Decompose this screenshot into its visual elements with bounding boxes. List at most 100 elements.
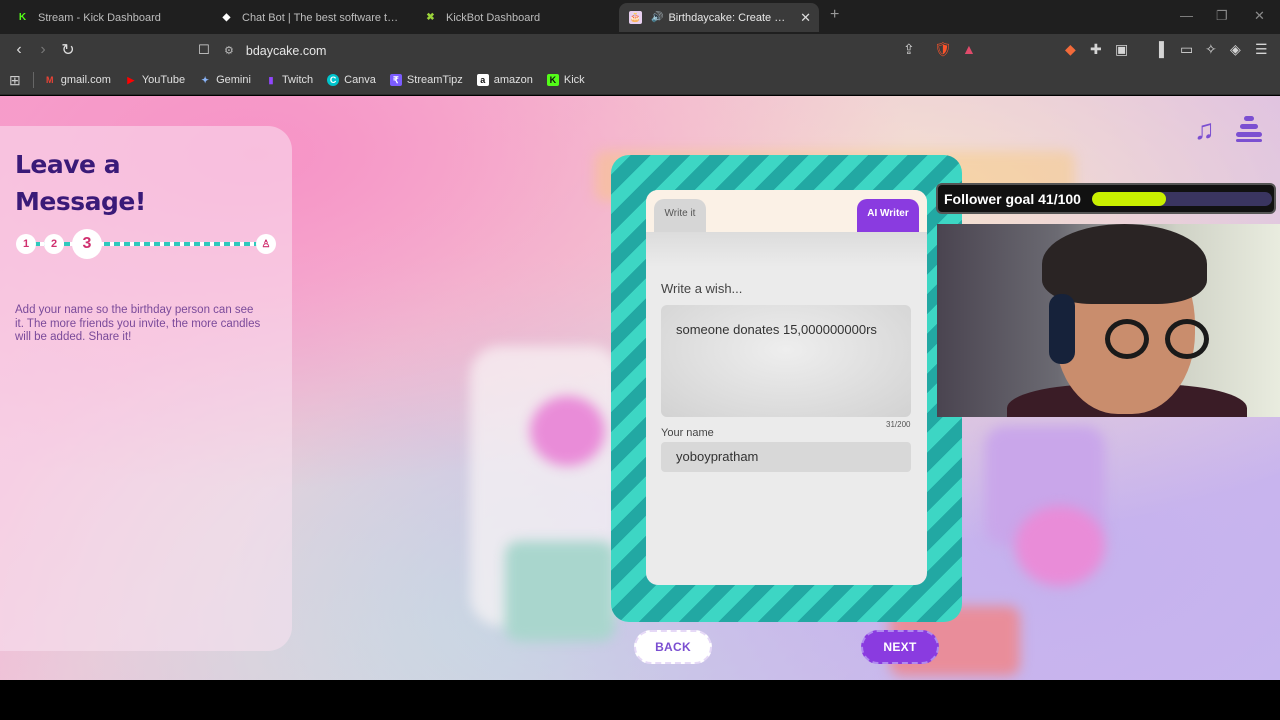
extension-fox-icon[interactable]: ◆ bbox=[1065, 41, 1076, 58]
extensions-icon[interactable]: ✚ bbox=[1090, 41, 1102, 58]
minimize-icon[interactable]: — bbox=[1180, 8, 1193, 23]
forward-arrow-icon[interactable]: › bbox=[32, 39, 54, 61]
menu-icon[interactable]: ☰ bbox=[1255, 41, 1268, 58]
card-band bbox=[646, 232, 927, 267]
step-3-current: 3 bbox=[72, 229, 102, 259]
cake-menu-icon[interactable] bbox=[1236, 114, 1262, 142]
canva-icon: C bbox=[327, 74, 340, 86]
back-button[interactable]: BACK bbox=[634, 630, 712, 664]
browser-tab-2[interactable]: ✖ KickBot Dashboard bbox=[414, 3, 614, 32]
leo-ai-icon[interactable]: ✧ bbox=[1205, 41, 1217, 58]
page-title: Leave a Message! bbox=[15, 150, 146, 216]
twitch-icon: ▮ bbox=[268, 74, 274, 85]
webcam-overlay bbox=[937, 224, 1280, 417]
bookmark-label: gmail.com bbox=[60, 74, 111, 86]
kick-icon: K bbox=[546, 74, 559, 86]
tab-write-it[interactable]: Write it bbox=[654, 199, 706, 232]
site-settings-icon[interactable]: ⚙ bbox=[224, 44, 234, 57]
bookmark-kick[interactable]: K Kick bbox=[546, 74, 585, 86]
bookmark-gemini[interactable]: ✦ Gemini bbox=[199, 74, 251, 86]
bookmark-canva[interactable]: C Canva bbox=[327, 74, 376, 86]
apps-grid-icon[interactable]: ⊞ bbox=[9, 72, 21, 89]
step-2: 2 bbox=[44, 234, 64, 254]
bookmark-label: amazon bbox=[493, 74, 533, 86]
browser-toolbar: ‹ › ↻ ☐ ⚙ bdaycake.com ⇪ 🛡 ▲ ◆ ✚ ▣ ▐ ▭ ✧… bbox=[0, 34, 1280, 66]
cake-goal-icon: ♙ bbox=[256, 234, 276, 254]
tab-ai-writer[interactable]: AI Writer bbox=[857, 199, 919, 232]
gmail-icon: M bbox=[45, 75, 54, 85]
bookmark-amazon[interactable]: a amazon bbox=[476, 74, 533, 86]
follower-goal-widget: Follower goal 41/100 bbox=[936, 183, 1276, 214]
gemini-icon: ✦ bbox=[201, 74, 209, 85]
tab-title: Birthdaycake: Create & Share bbox=[668, 11, 791, 24]
background-cupcake bbox=[530, 396, 605, 466]
bookmark-youtube[interactable]: ▶ YouTube bbox=[125, 74, 185, 86]
bookmark-label: StreamTipz bbox=[406, 74, 463, 86]
brave-rewards-icon[interactable]: ▲ bbox=[962, 41, 976, 57]
restore-icon[interactable]: ❐ bbox=[1216, 8, 1228, 24]
tab-title: KickBot Dashboard bbox=[446, 11, 541, 24]
webcam-glasses-left bbox=[1105, 319, 1149, 359]
bookmark-label: Twitch bbox=[281, 74, 314, 86]
url-text: bdaycake.com bbox=[245, 43, 327, 58]
streamtipz-icon: ₹ bbox=[389, 74, 402, 86]
sidebar-icon[interactable]: ▐ bbox=[1154, 41, 1164, 57]
char-counter: 31/200 bbox=[886, 420, 911, 429]
new-tab-icon[interactable]: + bbox=[830, 6, 839, 24]
kickbot-icon: ✖ bbox=[426, 12, 435, 23]
address-bar[interactable]: ⚙ bdaycake.com bbox=[224, 39, 984, 62]
background-cupcake bbox=[1015, 506, 1105, 586]
bookmark-gmail[interactable]: Mgmail.com bbox=[44, 74, 111, 86]
tab-bar: K Stream - Kick Dashboard ◆ Chat Bot | T… bbox=[0, 0, 1280, 34]
tab-title: Stream - Kick Dashboard bbox=[38, 11, 161, 24]
bookmark-label: YouTube bbox=[141, 74, 186, 86]
follower-goal-fill bbox=[1092, 192, 1166, 206]
webcam-glasses-right bbox=[1165, 319, 1209, 359]
bookmark-label: Canva bbox=[344, 74, 376, 86]
next-button[interactable]: NEXT bbox=[861, 630, 939, 664]
browser-tab-3[interactable]: 🎂 🔊 Birthdaycake: Create & Share ✕ bbox=[619, 3, 819, 32]
kick-icon: K bbox=[18, 12, 27, 23]
instructions-panel: Leave a Message! 1 2 3 ♙ Add your name s… bbox=[0, 126, 292, 651]
webcam-hair bbox=[1042, 224, 1207, 304]
step-progress: 1 2 3 ♙ bbox=[14, 229, 279, 259]
bookmark-streamtipz[interactable]: ₹ StreamTipz bbox=[389, 74, 463, 86]
step-1: 1 bbox=[16, 234, 36, 254]
close-window-icon[interactable]: ✕ bbox=[1254, 8, 1265, 24]
bookmark-label: Gemini bbox=[216, 74, 251, 86]
taskbar-area bbox=[0, 680, 1280, 720]
back-arrow-icon[interactable]: ‹ bbox=[8, 39, 30, 61]
background-gift bbox=[505, 541, 615, 641]
youtube-icon: ▶ bbox=[127, 74, 135, 85]
speaker-icon: 🔊 bbox=[651, 12, 664, 23]
close-tab-icon[interactable]: ✕ bbox=[800, 10, 811, 26]
page-content: Leave a Message! 1 2 3 ♙ Add your name s… bbox=[0, 96, 1280, 680]
follower-goal-bar bbox=[1092, 192, 1272, 206]
follower-goal-text: Follower goal 41/100 bbox=[944, 190, 1081, 207]
name-input[interactable]: yoboypratham bbox=[661, 442, 911, 472]
reload-icon[interactable]: ↻ bbox=[57, 39, 79, 61]
bookmark-icon[interactable]: ☐ bbox=[193, 39, 215, 61]
bookmarks-bar: ⊞ Mgmail.com ▶ YouTube ✦ Gemini ▮ Twitch CC… bbox=[0, 66, 1280, 95]
share-icon[interactable]: ⇪ bbox=[903, 41, 915, 58]
brave-shields-icon[interactable]: 🛡 bbox=[934, 41, 952, 58]
wish-label: Write a wish... bbox=[661, 281, 743, 296]
tab-title: Chat Bot | The best software to boost bbox=[242, 11, 400, 24]
instructions-text: Add your name so the birthday person can… bbox=[15, 304, 261, 343]
wallet-icon[interactable]: ▭ bbox=[1180, 41, 1193, 58]
wish-textarea[interactable]: someone donates 15,000000000rs bbox=[661, 305, 911, 417]
music-note-icon[interactable]: ♫ bbox=[1194, 114, 1215, 146]
browser-tab-1[interactable]: ◆ Chat Bot | The best software to boost bbox=[210, 3, 410, 32]
birthdaycake-icon: 🎂 bbox=[629, 11, 642, 24]
bookmark-label: Kick bbox=[563, 74, 585, 86]
message-card-frame: Write it AI Writer Write a wish... someo… bbox=[611, 155, 962, 622]
amazon-icon: a bbox=[476, 74, 489, 86]
bookmarks-divider bbox=[32, 72, 34, 88]
bookmark-twitch[interactable]: ▮ Twitch bbox=[265, 74, 313, 86]
webcam-headset bbox=[1049, 294, 1075, 364]
browser-tab-0[interactable]: K Stream - Kick Dashboard bbox=[6, 3, 206, 32]
screenshot-icon[interactable]: ▣ bbox=[1115, 41, 1128, 58]
vpn-icon[interactable]: ◈ bbox=[1230, 41, 1241, 58]
chatbot-icon: ◆ bbox=[222, 12, 231, 23]
message-card: Write it AI Writer Write a wish... someo… bbox=[646, 190, 927, 585]
